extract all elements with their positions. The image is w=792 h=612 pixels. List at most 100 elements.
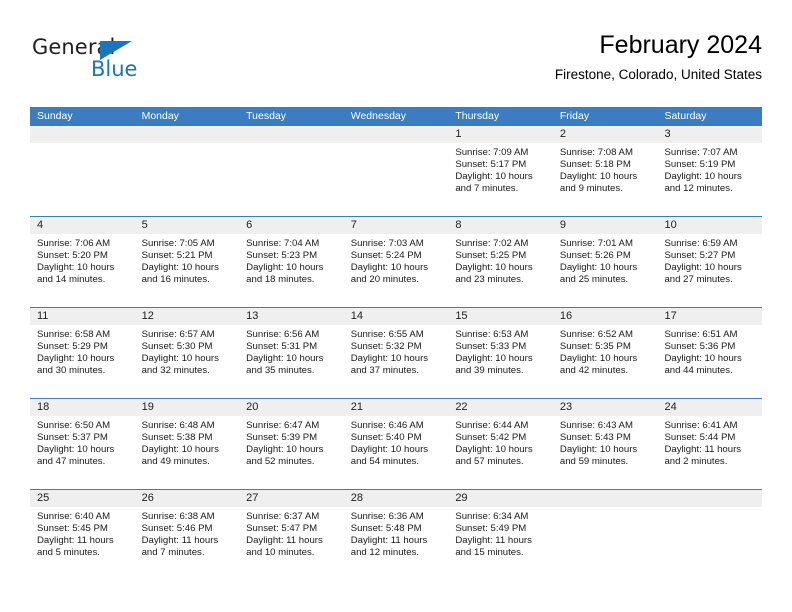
- day-cell[interactable]: 25 Sunrise: 6:40 AM Sunset: 5:45 PM Dayligh…: [30, 490, 135, 580]
- day-cell[interactable]: 19 Sunrise: 6:48 AM Sunset: 5:38 PM Dayligh…: [134, 399, 240, 489]
- day-cell[interactable]: 29 Sunrise: 6:34 AM Sunset: 5:49 PM Dayligh…: [448, 490, 553, 580]
- sunrise-text: Sunrise: 7:01 AM: [559, 238, 633, 249]
- daylight-text: Daylight: 11 hours and 7 minutes.: [141, 535, 219, 559]
- day-cell[interactable]: 20 Sunrise: 6:47 AM Sunset: 5:39 PM Dayligh…: [239, 399, 344, 489]
- day-number: 8: [448, 217, 553, 234]
- page-title: February 2024: [599, 31, 762, 59]
- sunset-text: Sunset: 5:39 PM: [246, 432, 318, 444]
- day-number: 6: [239, 217, 344, 234]
- week-row: 11 Sunrise: 6:58 AM Sunset: 5:29 PM Dayligh…: [30, 307, 763, 398]
- sunset-text: Sunset: 5:43 PM: [559, 432, 631, 444]
- day-cell[interactable]: 11 Sunrise: 6:58 AM Sunset: 5:29 PM Dayligh…: [30, 308, 135, 398]
- day-cell[interactable]: 8 Sunrise: 7:02 AM Sunset: 5:25 PM Daylight…: [448, 217, 553, 307]
- day-number: 9: [552, 217, 658, 234]
- day-sun-info: Sunrise: 7:03 AM Sunset: 5:24 PM Daylight:…: [344, 234, 449, 286]
- sunset-text: Sunset: 5:40 PM: [350, 432, 422, 444]
- day-cell[interactable]: 28 Sunrise: 6:36 AM Sunset: 5:48 PM Dayligh…: [343, 490, 449, 580]
- daylight-text: Daylight: 10 hours and 9 minutes.: [559, 171, 638, 195]
- day-number: [134, 126, 240, 143]
- day-cell[interactable]: 24 Sunrise: 6:41 AM Sunset: 5:44 PM Dayligh…: [657, 399, 763, 489]
- day-cell-empty: [30, 126, 135, 216]
- day-sun-info: Sunrise: 6:38 AM Sunset: 5:46 PM Daylight:…: [135, 507, 240, 559]
- sunset-text: Sunset: 5:18 PM: [559, 159, 631, 171]
- day-cell[interactable]: 9 Sunrise: 7:01 AM Sunset: 5:26 PM Daylight…: [552, 217, 658, 307]
- sunset-text: Sunset: 5:38 PM: [141, 432, 213, 444]
- day-cell[interactable]: 2 Sunrise: 7:08 AM Sunset: 5:18 PM Daylight…: [552, 126, 658, 216]
- sunrise-text: Sunrise: 7:07 AM: [664, 147, 738, 158]
- daylight-text: Daylight: 10 hours and 54 minutes.: [350, 444, 429, 468]
- day-sun-info: Sunrise: 6:36 AM Sunset: 5:48 PM Daylight:…: [344, 507, 449, 559]
- sunset-text: Sunset: 5:30 PM: [141, 341, 213, 353]
- day-cell[interactable]: 5 Sunrise: 7:05 AM Sunset: 5:21 PM Daylight…: [134, 217, 240, 307]
- day-sun-info: Sunrise: 6:56 AM Sunset: 5:31 PM Daylight:…: [239, 325, 344, 377]
- daylight-text: Daylight: 10 hours and 44 minutes.: [664, 353, 742, 377]
- daylight-text: Daylight: 10 hours and 14 minutes.: [37, 262, 115, 286]
- day-sun-info: Sunrise: 6:58 AM Sunset: 5:29 PM Daylight:…: [30, 325, 135, 377]
- day-cell[interactable]: 12 Sunrise: 6:57 AM Sunset: 5:30 PM Dayligh…: [134, 308, 240, 398]
- day-sun-info: Sunrise: 6:48 AM Sunset: 5:38 PM Daylight:…: [135, 416, 240, 468]
- day-number: 13: [239, 308, 344, 325]
- sunset-text: Sunset: 5:37 PM: [37, 432, 108, 444]
- day-cell[interactable]: 14 Sunrise: 6:55 AM Sunset: 5:32 PM Dayligh…: [343, 308, 449, 398]
- daylight-text: Daylight: 10 hours and 35 minutes.: [246, 353, 324, 377]
- sunset-text: Sunset: 5:36 PM: [664, 341, 736, 353]
- day-cell[interactable]: 22 Sunrise: 6:44 AM Sunset: 5:42 PM Dayligh…: [448, 399, 553, 489]
- sunrise-text: Sunrise: 6:57 AM: [141, 329, 215, 340]
- sunset-text: Sunset: 5:48 PM: [350, 523, 422, 535]
- daylight-text: Daylight: 11 hours and 15 minutes.: [455, 535, 532, 559]
- day-number: [657, 490, 763, 507]
- day-cell[interactable]: 10 Sunrise: 6:59 AM Sunset: 5:27 PM Dayligh…: [657, 217, 763, 307]
- day-cell-empty: [552, 490, 658, 580]
- day-cell[interactable]: 16 Sunrise: 6:52 AM Sunset: 5:35 PM Dayligh…: [552, 308, 658, 398]
- page-header: General Blue February 2024 Firestone, Co…: [30, 28, 762, 96]
- day-number: [30, 126, 135, 143]
- day-cell[interactable]: 4 Sunrise: 7:06 AM Sunset: 5:20 PM Daylight…: [30, 217, 135, 307]
- day-sun-info: Sunrise: 6:53 AM Sunset: 5:33 PM Daylight:…: [448, 325, 553, 377]
- day-cell[interactable]: 1 Sunrise: 7:09 AM Sunset: 5:17 PM Daylight…: [448, 126, 553, 216]
- day-cell[interactable]: 13 Sunrise: 6:56 AM Sunset: 5:31 PM Dayligh…: [239, 308, 344, 398]
- day-cell[interactable]: 17 Sunrise: 6:51 AM Sunset: 5:36 PM Dayligh…: [657, 308, 763, 398]
- sunrise-text: Sunrise: 6:34 AM: [455, 511, 529, 522]
- weekday-header-tuesday: Tuesday: [246, 110, 287, 122]
- day-cell[interactable]: 6 Sunrise: 7:04 AM Sunset: 5:23 PM Daylight…: [239, 217, 344, 307]
- sunset-text: Sunset: 5:20 PM: [37, 250, 108, 262]
- day-cell[interactable]: 26 Sunrise: 6:38 AM Sunset: 5:46 PM Dayligh…: [134, 490, 240, 580]
- day-number: [343, 126, 449, 143]
- daylight-text: Daylight: 10 hours and 12 minutes.: [664, 171, 742, 195]
- weekday-header-thursday: Thursday: [455, 110, 500, 122]
- daylight-text: Daylight: 10 hours and 59 minutes.: [559, 444, 638, 468]
- day-cell[interactable]: 23 Sunrise: 6:43 AM Sunset: 5:43 PM Dayligh…: [552, 399, 658, 489]
- day-cell[interactable]: 18 Sunrise: 6:50 AM Sunset: 5:37 PM Dayligh…: [30, 399, 135, 489]
- sunrise-text: Sunrise: 7:08 AM: [559, 147, 633, 158]
- day-number: [552, 490, 658, 507]
- day-cell[interactable]: 3 Sunrise: 7:07 AM Sunset: 5:19 PM Daylight…: [657, 126, 763, 216]
- day-cell[interactable]: 27 Sunrise: 6:37 AM Sunset: 5:47 PM Dayligh…: [239, 490, 344, 580]
- sunset-text: Sunset: 5:45 PM: [37, 523, 108, 535]
- weekday-header-row: Sunday Monday Tuesday Wednesday Thursday…: [30, 107, 762, 126]
- day-number: 26: [134, 490, 240, 507]
- day-number: 5: [134, 217, 240, 234]
- daylight-text: Daylight: 10 hours and 52 minutes.: [246, 444, 324, 468]
- day-number: 18: [30, 399, 135, 416]
- day-number: 24: [657, 399, 763, 416]
- sunset-text: Sunset: 5:46 PM: [141, 523, 213, 535]
- sunrise-text: Sunrise: 7:03 AM: [350, 238, 424, 249]
- day-number: 25: [30, 490, 135, 507]
- daylight-text: Daylight: 10 hours and 47 minutes.: [37, 444, 115, 468]
- sunrise-text: Sunrise: 6:59 AM: [664, 238, 738, 249]
- day-sun-info: Sunrise: 7:05 AM Sunset: 5:21 PM Daylight:…: [135, 234, 240, 286]
- day-cell-empty: [343, 126, 449, 216]
- day-cell[interactable]: 21 Sunrise: 6:46 AM Sunset: 5:40 PM Dayligh…: [343, 399, 449, 489]
- sunset-text: Sunset: 5:21 PM: [141, 250, 213, 262]
- week-row: 25 Sunrise: 6:40 AM Sunset: 5:45 PM Dayligh…: [30, 489, 763, 580]
- calendar-grid: Sunday Monday Tuesday Wednesday Thursday…: [30, 107, 763, 580]
- daylight-text: Daylight: 10 hours and 23 minutes.: [455, 262, 533, 286]
- general-blue-logo[interactable]: General Blue: [32, 36, 172, 88]
- day-cell[interactable]: 15 Sunrise: 6:53 AM Sunset: 5:33 PM Dayligh…: [448, 308, 553, 398]
- sunset-text: Sunset: 5:29 PM: [37, 341, 108, 353]
- day-cell[interactable]: 7 Sunrise: 7:03 AM Sunset: 5:24 PM Daylight…: [343, 217, 449, 307]
- day-sun-info: Sunrise: 7:06 AM Sunset: 5:20 PM Daylight:…: [30, 234, 135, 286]
- daylight-text: Daylight: 10 hours and 18 minutes.: [246, 262, 324, 286]
- daylight-text: Daylight: 10 hours and 30 minutes.: [37, 353, 115, 377]
- sunset-text: Sunset: 5:23 PM: [246, 250, 318, 262]
